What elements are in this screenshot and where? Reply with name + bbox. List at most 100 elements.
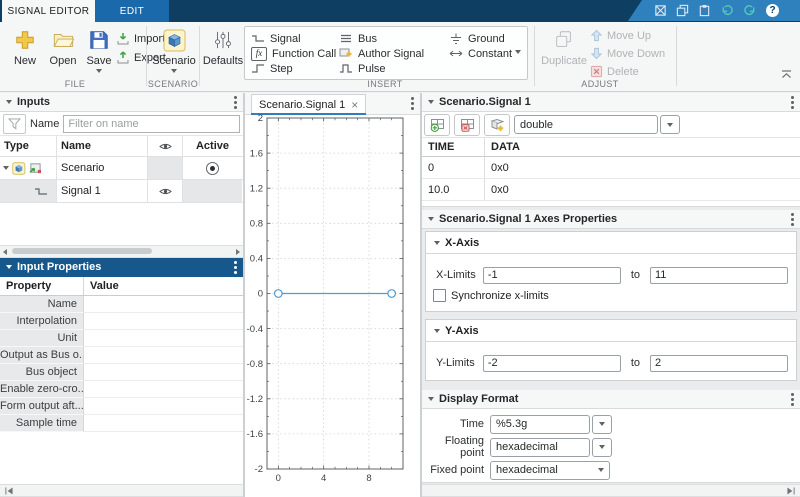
paste-icon[interactable]	[698, 4, 711, 17]
to-label: to	[631, 269, 640, 281]
y-limit-max-input[interactable]	[650, 355, 788, 372]
filter-row: Name	[0, 112, 243, 136]
x-limit-min-input[interactable]	[483, 267, 621, 284]
time-format-dropdown-button[interactable]	[592, 415, 612, 434]
column-active[interactable]: Active	[183, 136, 242, 156]
synchronize-x-limits-checkbox[interactable]	[433, 289, 446, 302]
y-limit-min-input[interactable]	[483, 355, 621, 372]
y-axis-group-header[interactable]: Y-Axis	[426, 320, 796, 342]
x-axis-group-header[interactable]: X-Axis	[426, 232, 796, 254]
scroll-to-end-icon[interactable]	[786, 487, 796, 495]
property-value-cell[interactable]	[84, 398, 243, 415]
duplicate-button[interactable]: Duplicate	[542, 27, 586, 67]
insert-pulse-button[interactable]: Pulse	[339, 61, 386, 76]
column-name[interactable]: Name	[57, 136, 148, 156]
table-row-scenario[interactable]: Scenario	[0, 157, 243, 180]
insert-author-signal-button[interactable]: Author Signal	[339, 46, 424, 61]
scroll-to-start-icon[interactable]	[4, 487, 14, 495]
undo-icon[interactable]	[720, 4, 734, 17]
property-value-cell[interactable]	[84, 313, 243, 330]
expander-triangle-icon[interactable]	[3, 166, 9, 170]
row-signal1-active-cell[interactable]	[183, 180, 242, 202]
time-format-combobox[interactable]: %5.3g	[490, 415, 590, 434]
insert-signal-button[interactable]: Signal	[251, 31, 301, 46]
input-properties-header[interactable]: Input Properties	[0, 258, 243, 277]
insert-row-button[interactable]	[424, 114, 450, 136]
insert-bus-button[interactable]: Bus	[339, 31, 377, 46]
row-scenario-visibility-cell[interactable]	[148, 157, 183, 179]
table-row-signal1[interactable]: Signal 1	[0, 180, 243, 203]
datatype-dropdown-button[interactable]	[660, 115, 680, 134]
insert-constant-button[interactable]: Constant	[449, 46, 512, 61]
signal-data-header[interactable]: Scenario.Signal 1	[422, 93, 800, 112]
time-data-row[interactable]: 10.0 0x0	[422, 179, 800, 201]
insert-function-call-button[interactable]: fx Function Call	[251, 46, 336, 61]
inputs-horizontal-scrollbar[interactable]	[0, 245, 243, 258]
display-format-header[interactable]: Display Format	[422, 390, 800, 409]
insert-ground-button[interactable]: Ground	[449, 31, 505, 46]
property-value-cell[interactable]	[84, 330, 243, 347]
collapse-ribbon-icon[interactable]	[781, 70, 792, 79]
cut-icon[interactable]	[654, 4, 667, 17]
author-signal-button[interactable]	[484, 114, 510, 136]
time-data-row[interactable]: 0 0x0	[422, 157, 800, 179]
signal-plot[interactable]: -2-1.6-1.2-0.8-0.400.40.81.21.62048	[245, 114, 420, 497]
row-signal1-visibility-toggle[interactable]	[148, 180, 183, 202]
row-scenario-active-radio[interactable]	[183, 157, 242, 179]
filter-input[interactable]	[63, 115, 240, 133]
x-limit-max-input[interactable]	[650, 267, 788, 284]
inputs-panel-title: Inputs	[17, 96, 50, 108]
delete-row-button[interactable]	[454, 114, 480, 136]
defaults-button[interactable]: Defaults	[202, 27, 244, 67]
scroll-left-icon[interactable]	[3, 249, 7, 255]
scroll-right-icon[interactable]	[236, 249, 240, 255]
inputs-panel-header[interactable]: Inputs	[0, 93, 243, 112]
property-value-cell[interactable]	[84, 364, 243, 381]
datatype-combobox[interactable]: double	[514, 115, 658, 134]
property-value-cell[interactable]	[84, 415, 243, 432]
inputs-panel-menu-icon[interactable]	[234, 101, 237, 104]
insert-gallery-caret[interactable]	[515, 50, 521, 54]
property-value-cell[interactable]	[84, 296, 243, 313]
fixed-point-combobox[interactable]: hexadecimal	[490, 461, 610, 480]
column-time[interactable]: TIME	[422, 138, 485, 156]
property-value-cell[interactable]	[84, 347, 243, 364]
help-icon[interactable]: ?	[766, 4, 779, 17]
filter-funnel-button[interactable]	[3, 114, 26, 134]
scenario-button[interactable]: Scenario	[152, 27, 196, 73]
display-format-menu-icon[interactable]	[791, 398, 794, 401]
copy-icon[interactable]	[676, 4, 689, 17]
axes-properties-header[interactable]: Scenario.Signal 1 Axes Properties	[422, 210, 800, 229]
svg-text:0: 0	[258, 289, 263, 300]
axes-properties-menu-icon[interactable]	[791, 218, 794, 221]
close-tab-icon[interactable]: ×	[351, 99, 358, 111]
import-icon	[116, 32, 130, 46]
tab-scenario-signal1[interactable]: Scenario.Signal 1 ×	[251, 94, 366, 115]
tab-edit[interactable]: EDIT	[95, 0, 169, 22]
signal-data-menu-icon[interactable]	[791, 101, 794, 104]
floating-point-combobox[interactable]: hexadecimal	[490, 438, 590, 457]
scrollbar-thumb[interactable]	[12, 248, 152, 254]
save-button[interactable]: Save	[80, 27, 118, 73]
property-value-cell[interactable]	[84, 381, 243, 398]
column-data[interactable]: DATA	[485, 141, 800, 153]
right-panel-bottom-scrollbar[interactable]	[422, 484, 800, 497]
delete-button[interactable]: Delete	[590, 65, 639, 78]
row-scenario-name[interactable]: Scenario	[57, 157, 148, 179]
move-down-button[interactable]: Move Down	[590, 47, 665, 60]
move-up-button[interactable]: Move Up	[590, 29, 651, 42]
adjust-group-label: ADJUST	[550, 79, 650, 89]
new-button[interactable]: New	[6, 27, 44, 67]
insert-step-button[interactable]: Step	[251, 61, 293, 76]
floating-point-dropdown-button[interactable]	[592, 438, 612, 457]
input-properties-menu-icon[interactable]	[234, 266, 237, 269]
save-icon	[88, 27, 110, 53]
row-signal1-name[interactable]: Signal 1	[57, 180, 148, 202]
open-button[interactable]: Open	[44, 27, 82, 67]
chart-panel-menu-icon[interactable]	[411, 102, 414, 105]
tab-signal-editor[interactable]: SIGNAL EDITOR	[2, 0, 95, 22]
left-panel-bottom-scrollbar[interactable]	[0, 484, 243, 497]
column-type[interactable]: Type	[0, 136, 57, 156]
column-visibility[interactable]	[148, 136, 183, 156]
redo-icon[interactable]	[743, 4, 757, 17]
